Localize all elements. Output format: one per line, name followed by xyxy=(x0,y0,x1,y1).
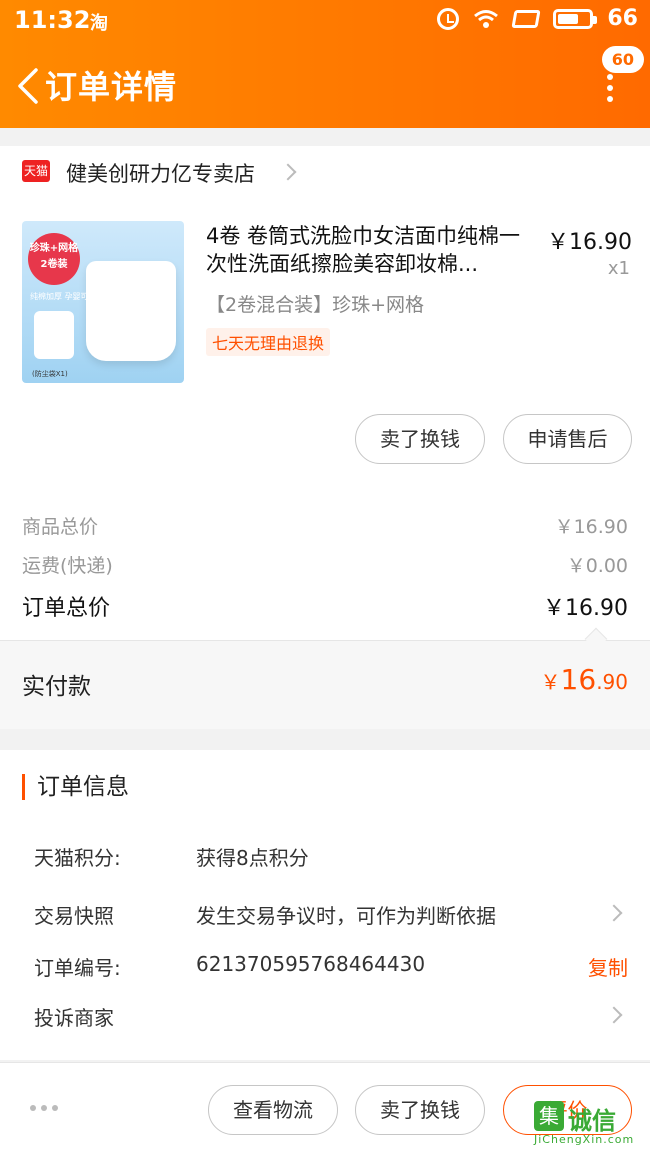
product-title[interactable]: 4卷 卷筒式洗脸巾女洁面巾纯棉一次性洗面纸擦脸美容卸妆棉... xyxy=(206,222,536,278)
product-price: ￥16.90 xyxy=(547,230,632,255)
copy-button[interactable]: 复制 xyxy=(588,952,628,981)
battery-icon xyxy=(553,8,598,29)
watermark-subtext: JiChengXin.com xyxy=(534,1133,635,1146)
shipping-label: 运费(快递) xyxy=(22,555,113,577)
small-roll-image xyxy=(34,311,74,359)
product-quantity: x1 xyxy=(607,258,630,279)
alarm-icon xyxy=(437,7,460,30)
paid-label: 实付款 xyxy=(22,674,91,700)
sell-button-footer[interactable]: 卖了换钱 xyxy=(355,1085,485,1135)
paid-amount-row: 实付款 ￥16.90 xyxy=(0,641,650,729)
product-image-badge: 珍珠+网格 2卷装 xyxy=(28,233,80,285)
complaint-row[interactable]: 投诉商家 xyxy=(34,1002,630,1032)
order-info-title: 订单信息 xyxy=(22,774,129,800)
after-sales-button[interactable]: 申请售后 xyxy=(503,414,632,464)
order-info-section: 订单信息 天猫积分: 获得8点积分 交易快照 发生交易争议时，可作为判断依据 订… xyxy=(0,750,650,1060)
product-item[interactable]: 珍珠+网格 2卷装 纯棉加厚 孕婴可用 (防尘袋X1) 4卷 卷筒式洗脸巾女洁面… xyxy=(0,198,650,488)
page-title: 订单详情 xyxy=(45,68,178,106)
order-total-value: ￥16.90 xyxy=(543,596,628,621)
app-header: 11:32 淘 66 订单详情 60 xyxy=(0,0,650,128)
paid-currency: ￥ xyxy=(540,670,561,694)
complaint-label: 投诉商家 xyxy=(34,1006,114,1030)
status-bar: 11:32 淘 66 xyxy=(0,0,650,42)
sell-button[interactable]: 卖了换钱 xyxy=(355,414,485,464)
wifi-icon xyxy=(474,9,499,28)
chevron-right-icon xyxy=(279,163,297,181)
shipping-value: ￥0.00 xyxy=(566,555,628,577)
back-arrow-icon[interactable] xyxy=(16,66,40,106)
snapshot-row[interactable]: 交易快照 发生交易争议时，可作为判断依据 xyxy=(34,900,630,930)
watermark-box: 集 xyxy=(534,1101,564,1131)
product-image-note: 纯棉加厚 孕婴可用 xyxy=(30,292,97,301)
status-icons: 66 xyxy=(437,6,638,31)
snapshot-value: 发生交易争议时，可作为判断依据 xyxy=(196,904,496,928)
price-summary: 商品总价 ￥16.90 运费(快递) ￥0.00 订单总价 ￥16.90 xyxy=(0,488,650,640)
product-image[interactable]: 珍珠+网格 2卷装 纯棉加厚 孕婴可用 (防尘袋X1) xyxy=(22,221,184,383)
product-image-gift-note: (防尘袋X1) xyxy=(32,370,68,378)
order-number-value: 621370595768464430 xyxy=(196,952,426,976)
shop-row[interactable]: 天猫 健美创研力亿专卖店 xyxy=(0,146,650,198)
chevron-right-icon xyxy=(605,904,623,922)
shop-name[interactable]: 健美创研力亿专卖店 xyxy=(66,158,255,188)
tmall-logo-icon: 天猫 xyxy=(22,160,50,182)
goods-total-value: ￥16.90 xyxy=(554,516,628,538)
nav-bar: 订单详情 60 xyxy=(0,46,650,116)
taobao-app-icon: 淘 xyxy=(90,13,108,34)
points-label: 天猫积分: xyxy=(34,846,121,870)
watermark-logo: 集 诚信 JiChengXin.com xyxy=(526,1099,646,1147)
watermark-text: 诚信 xyxy=(568,1107,616,1135)
battery-level: 66 xyxy=(607,6,638,31)
status-time: 11:32 xyxy=(14,6,91,34)
product-sku: 【2卷混合装】珍珠+网格 xyxy=(206,294,425,316)
tissue-roll-image xyxy=(86,261,176,361)
view-logistics-button[interactable]: 查看物流 xyxy=(208,1085,338,1135)
paid-integer: 16 xyxy=(560,663,597,696)
more-menu-icon[interactable] xyxy=(606,74,614,104)
screen-rotate-icon xyxy=(511,9,541,28)
snapshot-label: 交易快照 xyxy=(34,904,114,928)
order-total-label: 订单总价 xyxy=(22,596,111,621)
points-value: 获得8点积分 xyxy=(196,846,309,870)
message-count-badge[interactable]: 60 xyxy=(601,46,644,73)
paid-amount: ￥16.90 xyxy=(541,663,628,696)
order-number-label: 订单编号: xyxy=(34,956,121,980)
more-actions-icon[interactable] xyxy=(30,1105,58,1111)
order-total-row: 订单总价 ￥16.90 xyxy=(22,590,628,622)
bottom-action-bar: 查看物流 卖了换钱 评价 集 诚信 JiChengXin.com xyxy=(0,1062,650,1155)
goods-total-label: 商品总价 xyxy=(22,516,99,538)
paid-decimal: .90 xyxy=(596,670,628,694)
return-policy-tag: 七天无理由退换 xyxy=(206,328,331,356)
goods-total-row: 商品总价 ￥16.90 xyxy=(22,512,628,539)
chevron-right-icon xyxy=(605,1006,623,1024)
shipping-row: 运费(快递) ￥0.00 xyxy=(22,551,628,578)
